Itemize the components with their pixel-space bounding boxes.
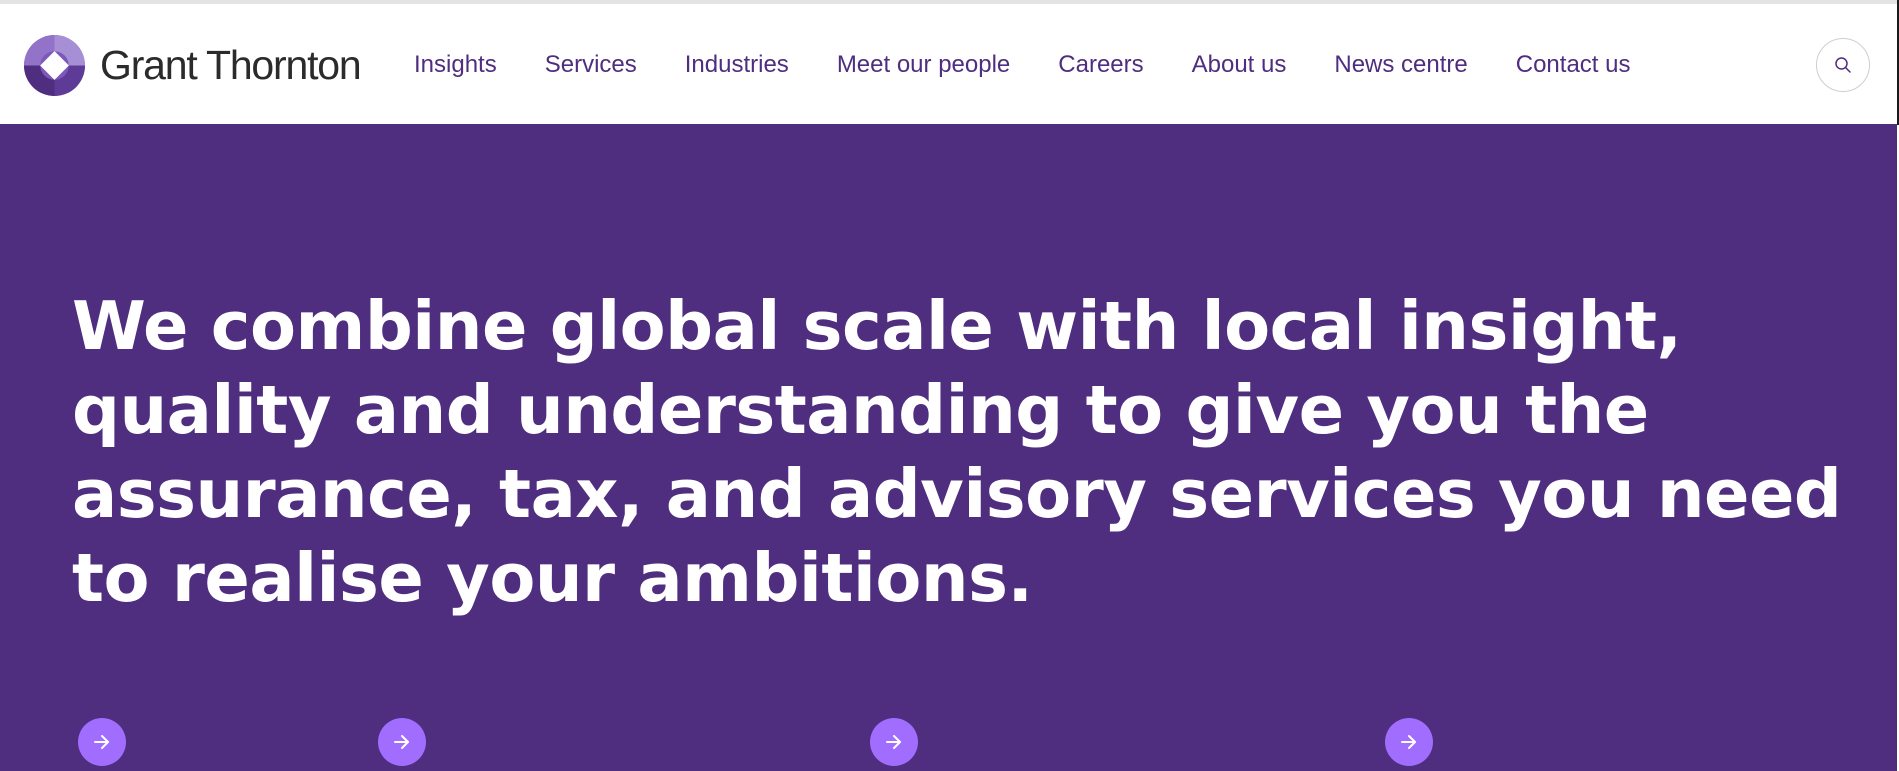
- logo-wordmark: Grant Thornton: [100, 41, 362, 88]
- hero-card-arrow-button[interactable]: [870, 718, 918, 766]
- arrow-right-icon: [394, 735, 409, 749]
- site-logo[interactable]: Grant Thornton: [24, 34, 362, 96]
- hero-banner: We combine global scale with local insig…: [0, 124, 1897, 771]
- nav-item-services[interactable]: Services: [545, 51, 637, 79]
- search-icon: [1835, 57, 1851, 73]
- hero-card-arrow-button[interactable]: [1385, 718, 1433, 766]
- nav-item-meet-our-people[interactable]: Meet our people: [837, 51, 1010, 79]
- arrow-right-icon: [94, 735, 109, 749]
- nav-item-careers[interactable]: Careers: [1058, 51, 1143, 79]
- nav-item-contact-us[interactable]: Contact us: [1516, 51, 1631, 79]
- nav-item-industries[interactable]: Industries: [685, 51, 789, 79]
- arrow-right-icon: [1401, 735, 1416, 749]
- site-header: Grant Thornton Insights Services Industr…: [0, 4, 1897, 124]
- arrow-right-icon: [886, 735, 901, 749]
- hero-card-arrow-button[interactable]: [78, 718, 126, 766]
- hero-card-arrow-button[interactable]: [378, 718, 426, 766]
- main-nav: Insights Services Industries Meet our pe…: [414, 51, 1678, 79]
- hero-headline: We combine global scale with local insig…: [72, 287, 1842, 617]
- nav-item-about-us[interactable]: About us: [1192, 51, 1287, 79]
- nav-item-insights[interactable]: Insights: [414, 51, 497, 79]
- search-button[interactable]: [1816, 38, 1870, 92]
- nav-item-news-centre[interactable]: News centre: [1334, 51, 1467, 79]
- grant-thornton-swirl-icon: [24, 34, 85, 96]
